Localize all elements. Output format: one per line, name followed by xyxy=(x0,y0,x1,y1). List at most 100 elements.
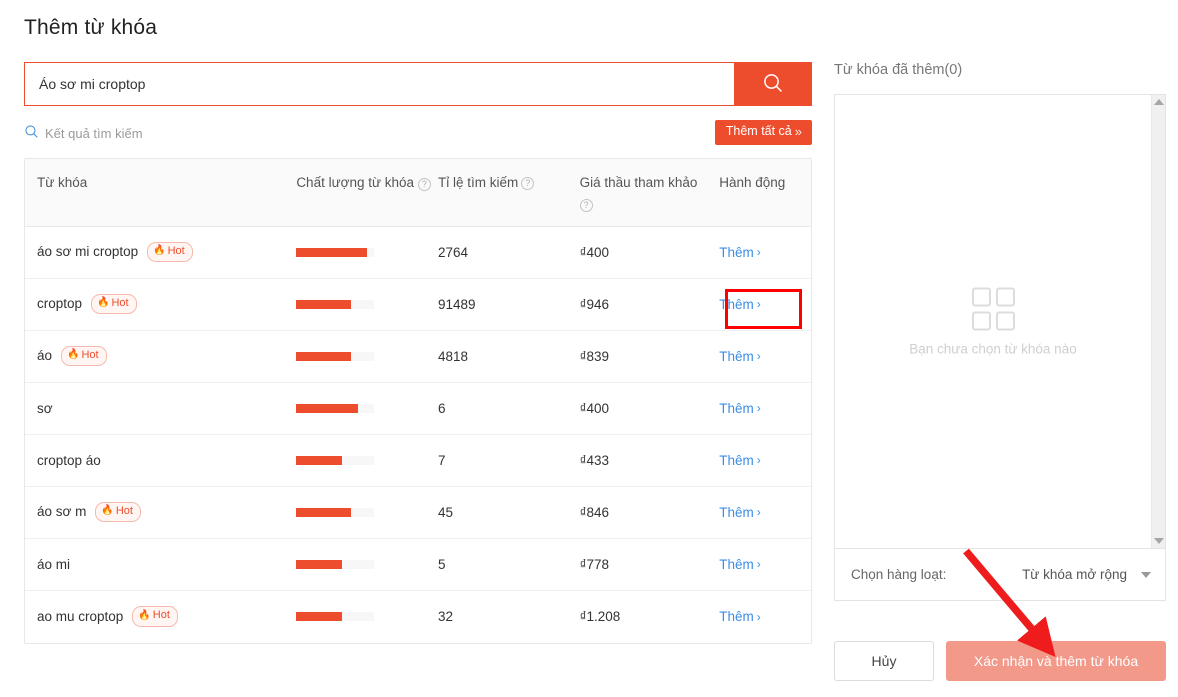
cell-keyword: áo🔥Hot xyxy=(25,346,296,366)
cell-quality xyxy=(296,352,438,361)
cell-search-rate: 2764 xyxy=(438,245,580,260)
cell-keyword: croptop 🔥Hot xyxy=(25,294,296,314)
hot-badge-label: Hot xyxy=(81,348,98,363)
confirm-button[interactable]: Xác nhận và thêm từ khóa xyxy=(946,641,1166,681)
cell-quality xyxy=(296,508,438,517)
add-keyword-button[interactable]: Thêm› xyxy=(719,297,761,312)
table-row: áo sơ mi croptop 🔥Hot 2764₫400Thêm› xyxy=(25,227,811,279)
cell-bid: ₫1.208 xyxy=(580,609,720,624)
bulk-select-value: Từ khóa mở rộng xyxy=(1022,567,1127,582)
column-header-action: Hành động xyxy=(719,173,811,214)
flame-icon: 🔥 xyxy=(101,506,113,516)
results-label-group: Kết quả tìm kiếm xyxy=(24,124,143,142)
table-row: áo sơ m 🔥Hot 45₫846Thêm› xyxy=(25,487,811,539)
cell-keyword: ao mu croptop🔥Hot xyxy=(25,606,296,626)
column-header-quality-label: Chất lượng từ khóa xyxy=(296,175,414,190)
cell-quality xyxy=(296,456,438,465)
bulk-select-row: Chọn hàng loạt: Từ khóa mở rộng xyxy=(834,549,1166,601)
cell-keyword: sơ xyxy=(25,401,296,416)
hot-badge: 🔥Hot xyxy=(61,346,107,366)
add-keyword-button[interactable]: Thêm› xyxy=(719,557,761,572)
bulk-select-dropdown[interactable]: Từ khóa mở rộng xyxy=(1022,567,1151,582)
quality-bar xyxy=(296,404,374,413)
cell-action: Thêm› xyxy=(719,349,811,364)
add-keyword-button[interactable]: Thêm› xyxy=(719,349,761,364)
cell-action: Thêm› xyxy=(719,609,811,624)
cell-bid: ₫778 xyxy=(580,557,720,572)
table-row: croptop áo7₫433Thêm› xyxy=(25,435,811,487)
cell-bid: ₫839 xyxy=(580,349,720,364)
add-keyword-label: Thêm xyxy=(719,453,754,468)
cell-keyword: áo mi xyxy=(25,557,296,572)
add-keyword-button[interactable]: Thêm› xyxy=(719,245,761,260)
column-header-rate: Tỉ lệ tìm kiếm? xyxy=(438,173,580,214)
cell-action: Thêm› xyxy=(719,297,811,312)
keyword-text: croptop xyxy=(37,296,82,311)
add-keyword-button[interactable]: Thêm› xyxy=(719,505,761,520)
empty-state: Bạn chưa chọn từ khóa nào xyxy=(835,287,1151,356)
add-keyword-button[interactable]: Thêm› xyxy=(719,401,761,416)
chevron-right-icon: › xyxy=(757,349,761,363)
table-body: áo sơ mi croptop🔥Hot2764₫400Thêm›croptop… xyxy=(25,227,811,643)
help-icon[interactable]: ? xyxy=(418,178,431,191)
hot-badge-label: Hot xyxy=(168,244,185,259)
chevron-right-icon: › xyxy=(757,401,761,415)
chevron-right-icon: › xyxy=(757,453,761,467)
search-button[interactable] xyxy=(734,62,812,106)
add-keyword-label: Thêm xyxy=(719,245,754,260)
added-keywords-title: Từ khóa đã thêm(0) xyxy=(834,62,1166,78)
quality-bar xyxy=(296,560,374,569)
add-keyword-button[interactable]: Thêm› xyxy=(719,609,761,624)
flame-icon: 🔥 xyxy=(67,350,79,360)
quality-bar xyxy=(296,248,374,257)
results-label: Kết quả tìm kiếm xyxy=(45,126,143,141)
flame-icon: 🔥 xyxy=(138,611,150,621)
keyword-text: áo sơ mi croptop xyxy=(37,244,138,259)
table-row: croptop🔥Hot91489₫946Thêm› xyxy=(25,279,811,331)
chevron-right-icon: › xyxy=(757,557,761,571)
scroll-down-arrow-icon[interactable] xyxy=(1154,538,1164,544)
flame-icon: 🔥 xyxy=(97,298,109,308)
column-header-keyword: Từ khóa xyxy=(25,173,296,214)
cancel-button[interactable]: Hủy xyxy=(834,641,934,681)
cell-action: Thêm› xyxy=(719,401,811,416)
table-row: áo mi5₫778Thêm› xyxy=(25,539,811,591)
help-icon[interactable]: ? xyxy=(521,177,534,190)
chevron-down-icon xyxy=(1141,572,1151,578)
help-icon[interactable]: ? xyxy=(580,199,593,212)
cell-bid: ₫846 xyxy=(580,505,720,520)
added-keywords-box: Bạn chưa chọn từ khóa nào xyxy=(834,94,1166,549)
search-bar xyxy=(24,62,812,106)
add-keyword-label: Thêm xyxy=(719,349,754,364)
cell-action: Thêm› xyxy=(719,505,811,520)
keyword-text: áo sơ m xyxy=(37,504,86,519)
chevron-right-icon: › xyxy=(757,297,761,311)
cell-bid: ₫946 xyxy=(580,297,720,312)
add-keyword-button[interactable]: Thêm› xyxy=(719,453,761,468)
hot-badge-label: Hot xyxy=(116,504,133,519)
cell-quality xyxy=(296,404,438,413)
hot-badge: 🔥Hot xyxy=(95,502,141,522)
cell-bid: ₫400 xyxy=(580,401,720,416)
add-all-button[interactable]: Thêm tất cả » xyxy=(715,120,812,145)
flame-icon: 🔥 xyxy=(153,246,165,256)
search-input[interactable] xyxy=(24,62,734,106)
hot-badge-label: Hot xyxy=(111,296,128,311)
panel-scrollbar[interactable] xyxy=(1151,95,1165,548)
grid-placeholder-icon xyxy=(972,287,1015,330)
cell-bid: ₫433 xyxy=(580,453,720,468)
table-header-row: Từ khóa Chất lượng từ khóa ? Tỉ lệ tìm k… xyxy=(25,159,811,227)
cell-quality xyxy=(296,248,438,257)
cell-bid: ₫400 xyxy=(580,245,720,260)
cell-search-rate: 7 xyxy=(438,453,580,468)
quality-bar xyxy=(296,612,374,621)
cell-search-rate: 45 xyxy=(438,505,580,520)
scroll-up-arrow-icon[interactable] xyxy=(1154,99,1164,105)
cell-search-rate: 32 xyxy=(438,609,580,624)
quality-bar xyxy=(296,352,374,361)
search-icon xyxy=(762,72,784,97)
chevron-right-icon: › xyxy=(757,610,761,624)
keyword-text: áo mi xyxy=(37,557,70,572)
empty-state-text: Bạn chưa chọn từ khóa nào xyxy=(909,341,1076,356)
chevron-right-icon: › xyxy=(757,245,761,259)
